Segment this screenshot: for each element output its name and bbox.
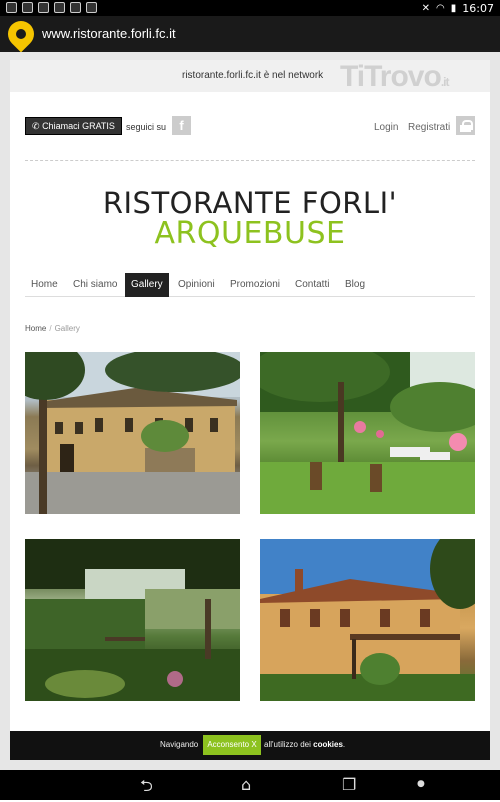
url-text[interactable]: www.ristorante.forli.fc.it — [42, 26, 176, 41]
gallery-photo-restaurant-terrace[interactable] — [260, 539, 475, 701]
nav-item-home[interactable]: Home — [25, 273, 64, 297]
breadcrumb-home[interactable]: Home — [25, 324, 46, 333]
nav-item-opinioni[interactable]: Opinioni — [172, 273, 221, 297]
facebook-icon[interactable]: f — [172, 116, 191, 135]
clock: 16:07 — [462, 2, 494, 15]
cookie-suffix: all'utilizzo dei — [264, 740, 311, 749]
menu-dot-icon[interactable]: ● — [417, 779, 425, 789]
login-link[interactable]: Login — [374, 122, 398, 133]
nav-item-contatti[interactable]: Contatti — [289, 273, 335, 297]
gallery-photo-building[interactable] — [25, 352, 240, 514]
divider — [25, 160, 475, 161]
recents-icon[interactable]: ❐ — [342, 775, 356, 794]
call-label: Chiamaci GRATIS — [42, 121, 115, 131]
image-icon — [54, 2, 65, 13]
register-link[interactable]: Registrati — [408, 122, 450, 133]
network-text: ristorante.forli.fc.it è nel network — [182, 70, 323, 81]
main-nav: Home Chi siamo Gallery Opinioni Promozio… — [25, 273, 475, 297]
gallery-icon — [6, 2, 17, 13]
download-icon — [86, 2, 97, 13]
home-icon[interactable]: ⌂ — [241, 775, 251, 794]
app-url-bar: www.ristorante.forli.fc.it — [0, 15, 500, 53]
site-title-line1[interactable]: RISTORANTE FORLI' — [10, 186, 490, 220]
email-icon — [70, 2, 81, 13]
follow-label: seguici su — [126, 122, 167, 132]
cookies-link[interactable]: cookies — [313, 740, 343, 749]
status-bar: ✕ ◠ ▮ 16:07 — [0, 0, 500, 16]
android-nav-bar: ⮌ ⌂ ❐ ● — [0, 770, 500, 800]
cookie-end: . — [342, 740, 346, 749]
photo-illustration — [260, 539, 475, 701]
cookie-banner: Navigando Acconsento X all'utilizzo dei … — [10, 731, 490, 760]
battery-icon: ▮ — [450, 3, 457, 14]
wifi-icon: ◠ — [436, 3, 445, 14]
nav-item-promozioni[interactable]: Promozioni — [224, 273, 286, 297]
cookie-text: all'utilizzo dei cookies. — [264, 740, 345, 749]
breadcrumb: Home / Gallery — [25, 324, 80, 333]
nav-item-chi-siamo[interactable]: Chi siamo — [67, 273, 123, 297]
system-icons: ✕ ◠ ▮ 16:07 — [422, 2, 494, 15]
mute-icon: ✕ — [421, 3, 431, 14]
brand-tld: .it — [440, 75, 450, 89]
phone-icon: ✆ — [32, 121, 40, 131]
nav-item-blog[interactable]: Blog — [339, 273, 371, 297]
network-domain: ristorante.forli.fc.it — [182, 70, 261, 81]
map-pin-icon[interactable] — [2, 15, 40, 53]
network-bar: ristorante.forli.fc.it è nel network TiT… — [10, 60, 490, 94]
call-free-button[interactable]: ✆ Chiamaci GRATIS — [25, 117, 122, 135]
photo-illustration — [25, 539, 240, 701]
nav-item-gallery[interactable]: Gallery — [125, 273, 169, 297]
breadcrumb-current: Gallery — [54, 324, 80, 333]
calendar-icon — [22, 2, 33, 13]
photo-illustration — [25, 352, 240, 514]
photo-illustration — [260, 352, 475, 514]
titrovo-logo[interactable]: TiTrovo.it — [340, 60, 450, 94]
network-suffix: è nel network — [260, 70, 324, 81]
breadcrumb-separator: / — [49, 324, 52, 333]
gallery-photo-garden-pergola[interactable] — [25, 539, 240, 701]
image-icon — [38, 2, 49, 13]
site-title-line2[interactable]: ARQUEBUSE — [10, 216, 490, 251]
lock-icon[interactable] — [456, 116, 475, 135]
accept-cookies-button[interactable]: Acconsento X — [203, 735, 261, 755]
notification-icons — [6, 2, 97, 13]
brand-name: TiTrovo — [340, 60, 442, 93]
back-icon[interactable]: ⮌ — [140, 775, 153, 802]
gallery-photo-garden-tables[interactable] — [260, 352, 475, 514]
cookie-prefix: Navigando — [160, 740, 199, 749]
site-page: ✆ Chiamaci GRATIS seguici su f Login Reg… — [10, 92, 490, 732]
